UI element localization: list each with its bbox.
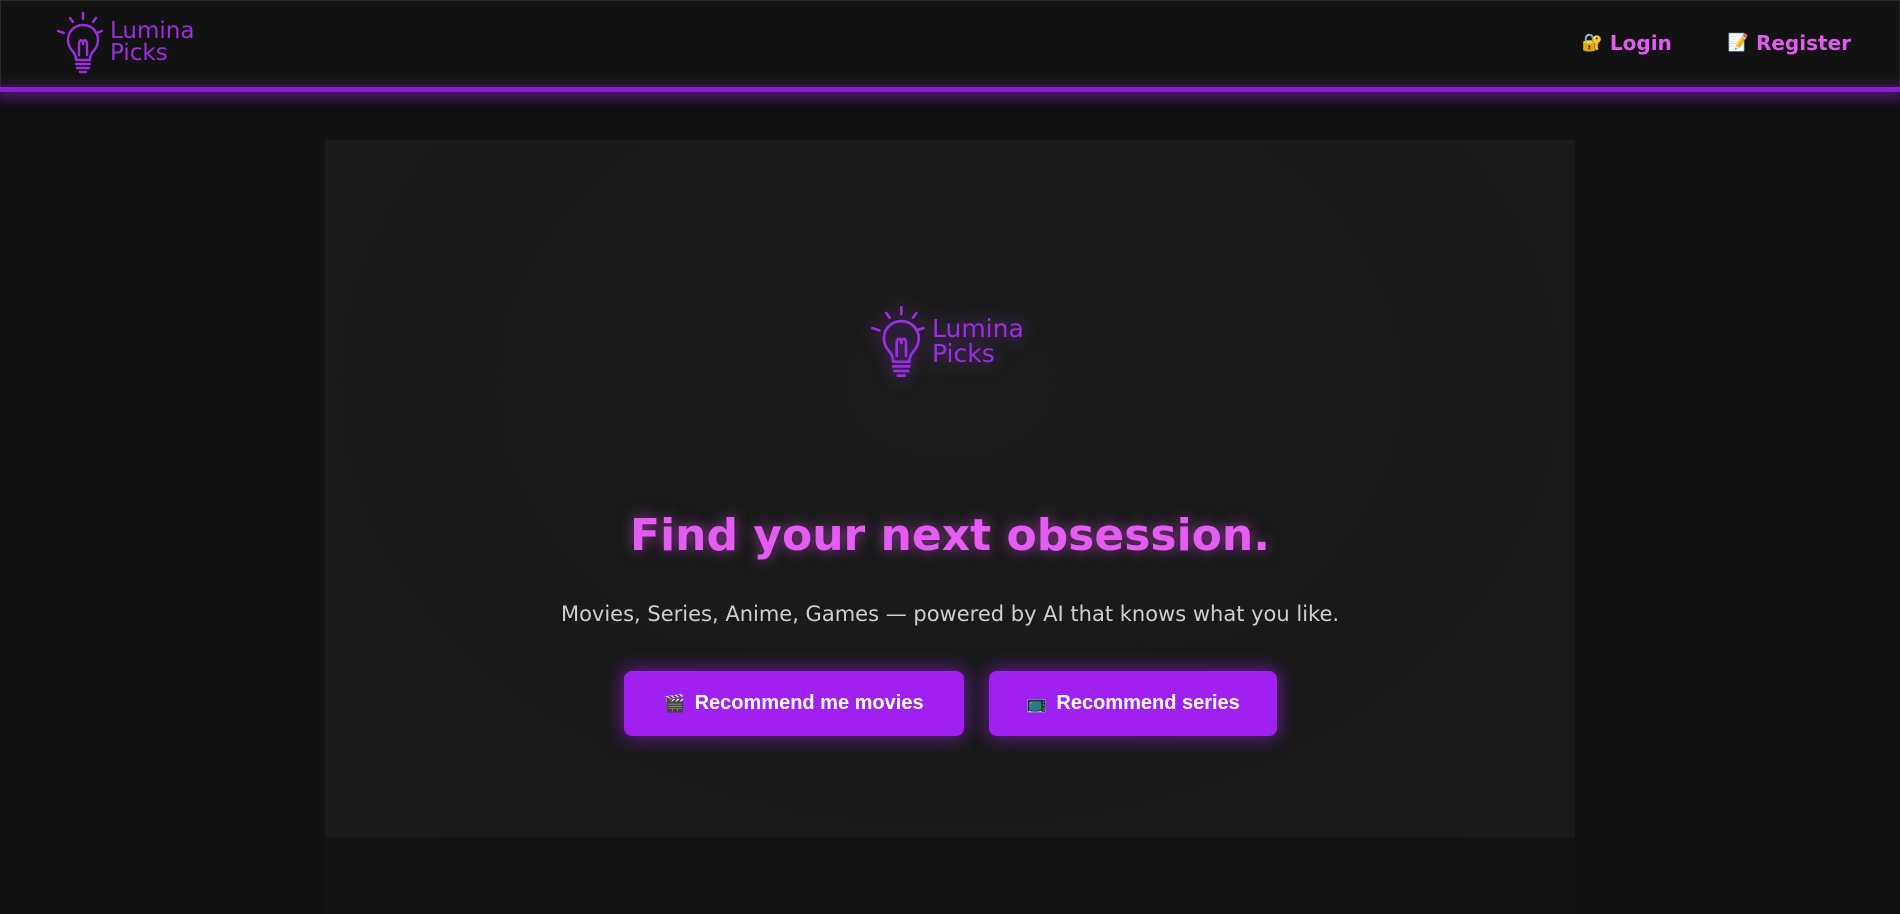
navbar-glow-divider xyxy=(0,87,1900,92)
top-navbar: Lumina Picks 🔐 Login 📝 Register xyxy=(0,0,1900,89)
nav-links: 🔐 Login 📝 Register xyxy=(1582,31,1851,55)
recommend-series-button[interactable]: 📺 Recommend series xyxy=(989,671,1277,736)
brand-name: Lumina Picks xyxy=(110,18,195,66)
hero-lightbulb-icon xyxy=(870,305,925,377)
hero-logo-line-2: Picks xyxy=(932,339,995,368)
login-label: Login xyxy=(1609,31,1672,55)
recommend-movies-label: Recommend me movies xyxy=(694,692,924,714)
recommend-series-label: Recommend series xyxy=(1056,692,1240,714)
register-link[interactable]: 📝 Register xyxy=(1728,31,1851,55)
register-label: Register xyxy=(1755,31,1851,55)
hero-logo-line-1: Lumina xyxy=(932,314,1024,343)
television-icon: 📺 xyxy=(1026,693,1048,713)
memo-icon: 📝 xyxy=(1727,33,1749,53)
brand-line-1: Lumina xyxy=(110,18,195,44)
brand-line-2: Picks xyxy=(110,40,168,66)
login-link[interactable]: 🔐 Login xyxy=(1582,31,1672,55)
lock-icon: 🔐 xyxy=(1581,33,1603,53)
hero-title: Find your next obsession. xyxy=(630,510,1270,561)
recommend-movies-button[interactable]: 🎬 Recommend me movies xyxy=(624,671,964,736)
clapperboard-icon: 🎬 xyxy=(664,693,686,713)
brand-logo[interactable]: Lumina Picks xyxy=(56,11,206,75)
lightbulb-icon xyxy=(56,11,104,74)
hero-subtitle: Movies, Series, Anime, Games — powered b… xyxy=(560,602,1340,626)
hero-logo-name: Lumina Picks xyxy=(932,316,1024,366)
hero-logo: Lumina Picks xyxy=(870,302,1040,382)
